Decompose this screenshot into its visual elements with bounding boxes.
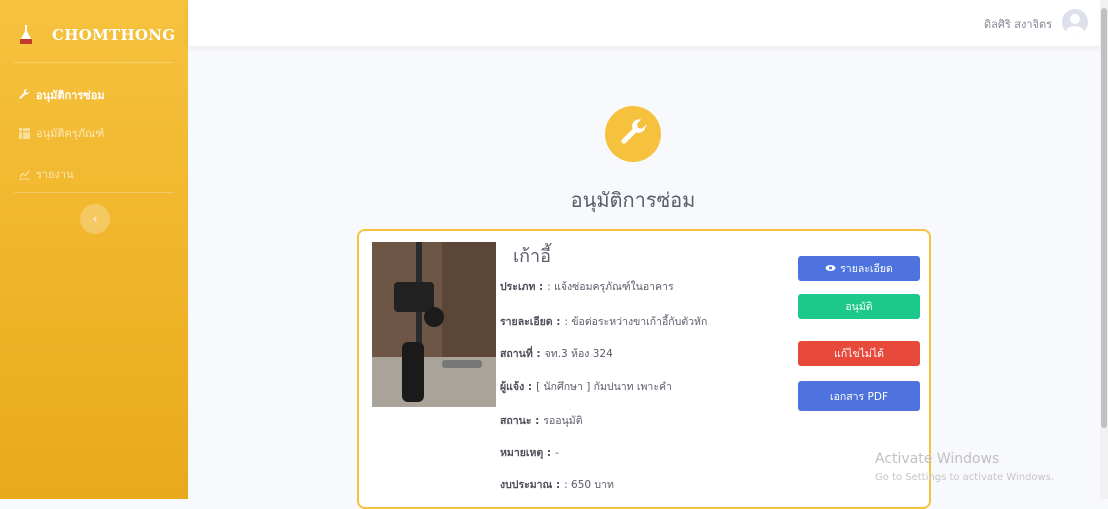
- field-value: : ข้อต่อระหว่างขาเก้าอี้กับตัวหัก: [564, 316, 708, 328]
- topbar: ดิลศิริ สงาจิตร: [188, 0, 1100, 46]
- field-value: [ นักศึกษา ] กัมปนาท เพาะคำ: [536, 381, 672, 393]
- scrollbar-thumb[interactable]: [1101, 8, 1107, 428]
- wrench-icon: [18, 89, 30, 101]
- sidebar-item-repair-approval[interactable]: อนุมัติการซ่อม: [18, 86, 105, 104]
- brand[interactable]: CHOMTHONG: [0, 0, 188, 70]
- field-budget: งบประมาณ :: 650 บาท: [500, 476, 614, 493]
- field-label: ผู้แจ้ง :: [500, 381, 533, 393]
- cannot-fix-button-label: แก้ไขไม่ได้: [834, 348, 884, 360]
- field-label: รายละเอียด :: [500, 316, 561, 328]
- field-reporter: ผู้แจ้ง :[ นักศึกษา ] กัมปนาท เพาะคำ: [500, 378, 672, 395]
- sidebar: CHOMTHONG อนุมัติการซ่อม อนุมัติครุภัณฑ์…: [0, 0, 188, 499]
- chart-icon: [18, 168, 30, 180]
- pdf-document-button[interactable]: เอกสาร PDF: [798, 381, 920, 411]
- field-status: สถานะ : รออนุมัติ: [500, 412, 583, 429]
- page-title: อนุมัติการซ่อม: [570, 188, 696, 212]
- sidebar-item-report[interactable]: รายงาน: [18, 165, 74, 183]
- sidebar-item-asset-approval[interactable]: อนุมัติครุภัณฑ์: [18, 124, 104, 142]
- field-type: ประเภท :: แจ้งซ่อมครุภัณฑ์ในอาคาร: [500, 278, 674, 295]
- pdf-document-button-label: เอกสาร PDF: [830, 390, 888, 403]
- table-icon: [18, 127, 30, 139]
- field-detail: รายละเอียด :: ข้อต่อระหว่างขาเก้าอี้กับต…: [500, 313, 707, 330]
- field-value: -: [555, 447, 559, 459]
- field-label: หมายเหตุ :: [500, 447, 552, 459]
- repair-request-card: เก้าอี้ ประเภท :: แจ้งซ่อมครุภัณฑ์ในอาคา…: [357, 229, 931, 509]
- field-label: สถานที่ :: [500, 348, 541, 360]
- field-label: สถานะ :: [500, 415, 540, 427]
- field-value: จท.3 ห้อง 324: [544, 348, 613, 360]
- approve-button-label: อนุมัติ: [845, 301, 873, 313]
- sidebar-item-label: อนุมัติครุภัณฑ์: [36, 127, 105, 140]
- field-value: : แจ้งซ่อมครุภัณฑ์ในอาคาร: [547, 281, 674, 293]
- wrench-icon: [605, 106, 661, 162]
- sidebar-item-label: รายงาน: [36, 168, 74, 181]
- field-label: งบประมาณ :: [500, 479, 561, 491]
- field-note: หมายเหตุ :-: [500, 444, 559, 461]
- detail-button[interactable]: รายละเอียด: [798, 256, 920, 281]
- field-location: สถานที่ : จท.3 ห้อง 324: [500, 345, 613, 362]
- item-photo: [372, 242, 496, 407]
- item-name: เก้าอี้: [513, 246, 551, 267]
- eye-icon: [825, 263, 836, 275]
- sidebar-item-label: อนุมัติการซ่อม: [36, 89, 105, 102]
- field-value: รออนุมัติ: [543, 415, 583, 427]
- page-scrollbar[interactable]: [1100, 0, 1108, 499]
- field-label: ประเภท :: [500, 281, 544, 293]
- brand-name: CHOMTHONG: [52, 26, 176, 44]
- field-value: : 650 บาท: [564, 479, 614, 491]
- sidebar-toggle-button[interactable]: ‹: [80, 204, 110, 234]
- activation-watermark-subtitle: Go to Settings to activate Windows.: [875, 472, 1055, 483]
- activation-watermark-title: Activate Windows: [875, 451, 1000, 467]
- user-avatar-icon[interactable]: [1062, 9, 1088, 35]
- cannot-fix-button[interactable]: แก้ไขไม่ได้: [798, 341, 920, 366]
- chevron-left-icon: ‹: [92, 211, 98, 227]
- detail-button-label: รายละเอียด: [840, 263, 893, 275]
- user-name[interactable]: ดิลศิริ สงาจิตร: [984, 15, 1052, 33]
- logo-icon: [20, 25, 32, 44]
- sidebar-divider: [14, 62, 174, 63]
- approve-button[interactable]: อนุมัติ: [798, 294, 920, 319]
- sidebar-divider: [14, 192, 174, 193]
